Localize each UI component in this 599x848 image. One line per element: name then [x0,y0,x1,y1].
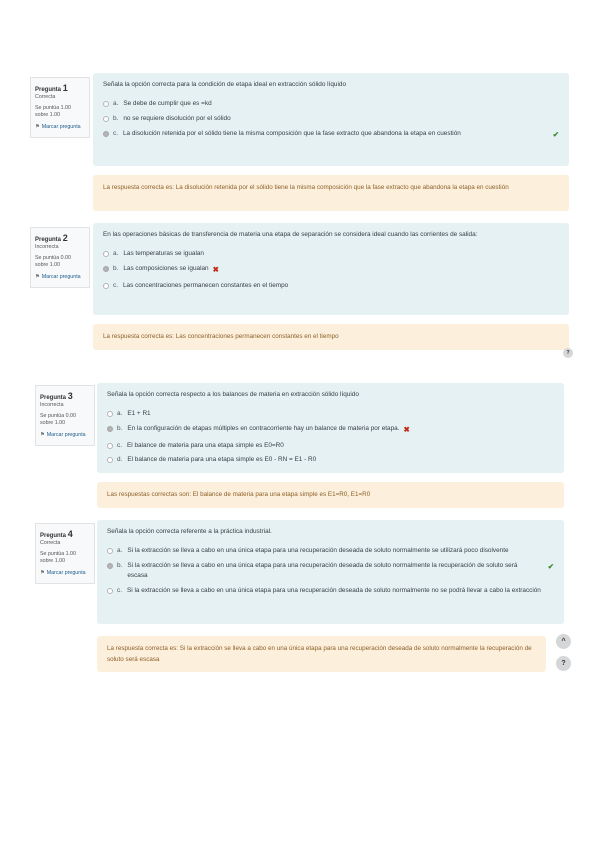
question-2-feedback: La respuesta correcta es: Las concentrac… [93,324,569,350]
question-4-flag-link[interactable]: ⚑ Marcar pregunta [40,570,90,577]
check-icon: ✔ [552,129,559,139]
question-2-flag-link[interactable]: ⚑ Marcar pregunta [35,274,85,281]
question-4-text: Señala la opción correcta referente a la… [107,528,272,535]
question-3-state: Incorrecta [40,402,64,409]
question-3-feedback: Las respuestas correctas son: El balance… [97,482,564,508]
answer-option[interactable]: a. E1 + R1 [107,409,554,419]
answer-option[interactable]: b. En la configuración de etapas múltiple… [107,424,554,436]
cross-icon: ✖ [212,264,219,274]
question-4-info: Pregunta 4 Correcta Se puntúa 1.00 sobre… [35,523,95,584]
question-2-text: En las operaciones básicas de transferen… [103,231,478,238]
question-4-feedback: La respuesta correcta es: Si la extracci… [97,636,546,672]
answer-option[interactable]: a. Las temperaturas se igualan [103,249,559,259]
answer-option[interactable]: b. Si la extracción se lleva a cabo en un… [107,561,554,581]
radio-button[interactable] [107,457,113,464]
question-3-text: Señala la opción correcta respecto a los… [107,391,359,398]
question-1-number: Pregunta 1 [35,83,68,93]
flag-icon: ⚑ [35,273,40,280]
radio-button-selected[interactable] [107,425,113,432]
question-3-score: Se puntúa 0.00 sobre 1.00 [40,413,76,427]
question-4-number: Pregunta 4 [40,529,73,539]
answer-option[interactable]: c. Si la extracción se lleva a cabo en un… [107,586,554,596]
answer-option[interactable]: b. no se requiere disolución por el sólid… [103,114,559,124]
question-1-info: Pregunta 1 Correcta Se puntúa 1.00 sobre… [30,77,90,138]
answer-option[interactable]: c. La disolución retenida por el sólido t… [103,129,559,141]
radio-button[interactable] [103,101,109,107]
question-1-score: Se puntúa 1.00 sobre 1.00 [35,105,71,119]
radio-button-selected[interactable] [103,130,109,137]
question-2-state: Incorrecta [35,244,59,251]
radio-button[interactable] [107,411,113,417]
question-1-text: Señala la opción correcta para la condic… [103,81,347,88]
question-3-info: Pregunta 3 Incorrecta Se puntúa 0.00 sob… [35,385,95,446]
question-2-score: Se puntúa 0.00 sobre 1.00 [35,255,71,269]
help-button[interactable]: ? [563,348,573,358]
question-1-content: Señala la opción correcta para la condic… [93,73,569,166]
question-1-state: Correcta [35,94,56,101]
question-2-content: En las operaciones básicas de transferen… [93,223,569,315]
scroll-up-button[interactable]: ^ [556,634,571,649]
question-2-info: Pregunta 2 Incorrecta Se puntúa 0.00 sob… [30,227,90,288]
radio-button-selected[interactable] [103,265,109,272]
radio-button[interactable] [103,282,109,289]
flag-icon: ⚑ [40,431,45,438]
radio-button[interactable] [107,548,113,554]
question-4-score: Se puntúa 1.00 sobre 1.00 [40,551,76,565]
radio-button[interactable] [103,251,109,257]
radio-button[interactable] [107,587,113,594]
radio-button[interactable] [107,442,113,449]
question-4-state: Correcta [40,540,61,547]
radio-button-selected[interactable] [107,562,113,569]
check-icon: ✔ [547,561,554,571]
cross-icon: ✖ [403,424,410,434]
question-2-number: Pregunta 2 [35,233,68,243]
answer-option[interactable]: d. El balance de materia para una etapa s… [107,455,554,465]
question-3-number: Pregunta 3 [40,391,73,401]
question-4-content: Señala la opción correcta referente a la… [97,520,564,624]
radio-button[interactable] [103,115,109,122]
question-1-feedback: La respuesta correcta es: La disolución … [93,175,569,211]
flag-icon: ⚑ [35,123,40,130]
answer-option[interactable]: a. Se debe de cumplir que es =kd [103,99,559,109]
help-button[interactable]: ? [556,656,571,671]
flag-icon: ⚑ [40,569,45,576]
question-3-flag-link[interactable]: ⚑ Marcar pregunta [40,432,90,439]
answer-option[interactable]: b. Las composiciones se igualan ✖ [103,264,559,276]
question-3-content: Señala la opción correcta respecto a los… [97,383,564,473]
answer-option[interactable]: a. Si la extracción se lleva a cabo en un… [107,546,554,556]
answer-option[interactable]: c. Las concentraciones permanecen constan… [103,281,559,291]
answer-option[interactable]: c. El balance de materia para una etapa s… [107,441,554,451]
question-1-flag-link[interactable]: ⚑ Marcar pregunta [35,124,85,131]
